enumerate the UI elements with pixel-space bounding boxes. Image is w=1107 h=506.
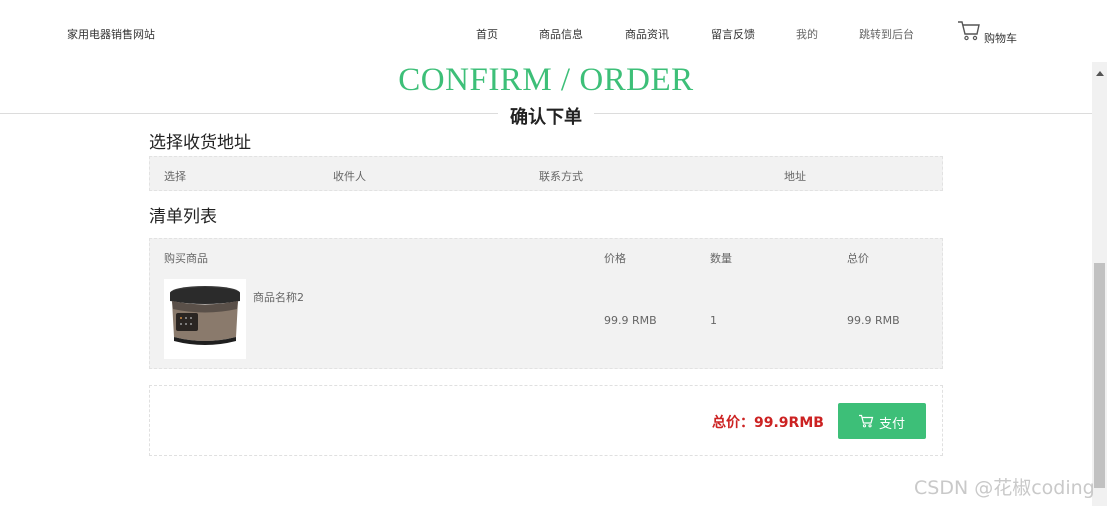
order-total: 总价：99.9RMB: [712, 415, 824, 431]
cart-link[interactable]: 购物车: [957, 20, 1027, 46]
payment-panel: 总价：99.9RMB 支付: [149, 385, 943, 456]
pay-button[interactable]: 支付: [838, 403, 926, 439]
rice-cooker-image: [170, 286, 240, 345]
order-section-title: 清单列表: [149, 207, 217, 227]
cart-label: 购物车: [984, 32, 1017, 45]
order-table: 购买商品 价格 数量 总价 商品名称2 99.9 RMB 1 99.9 RMB: [149, 238, 943, 369]
page-title: CONFIRM / ORDER: [398, 62, 694, 98]
cart-icon: [859, 414, 874, 428]
address-col-recipient: 收件人: [333, 170, 366, 183]
product-total: 99.9 RMB: [847, 314, 900, 327]
scrollbar-thumb[interactable]: [1094, 263, 1105, 488]
product-name[interactable]: 商品名称2: [253, 289, 304, 305]
nav-item-products[interactable]: 商品信息: [539, 26, 583, 42]
order-col-total: 总价: [847, 252, 869, 265]
product-image[interactable]: [164, 279, 246, 359]
watermark: CSDN @花椒coding: [914, 477, 1095, 499]
order-col-price: 价格: [604, 252, 626, 265]
top-navigation: 家用电器销售网站 首页 商品信息 商品资讯 留言反馈 我的 跳转到后台 购物车: [0, 0, 1107, 62]
address-col-contact: 联系方式: [539, 170, 583, 183]
address-section-title: 选择收货地址: [149, 133, 251, 153]
nav-item-feedback[interactable]: 留言反馈: [711, 26, 755, 42]
nav-item-admin[interactable]: 跳转到后台: [859, 26, 914, 42]
cart-icon: [958, 21, 980, 41]
nav-item-news[interactable]: 商品资讯: [625, 26, 669, 42]
scroll-up-arrow-icon[interactable]: [1096, 71, 1104, 76]
pay-button-label: 支付: [879, 417, 906, 432]
address-col-address: 地址: [784, 170, 806, 183]
order-col-product: 购买商品: [164, 252, 208, 265]
product-price: 99.9 RMB: [604, 314, 657, 327]
nav-item-mine[interactable]: 我的: [796, 26, 818, 42]
address-col-select: 选择: [164, 170, 186, 183]
order-col-quantity: 数量: [710, 252, 732, 265]
product-quantity: 1: [710, 314, 717, 327]
address-table: 选择 收件人 联系方式 地址: [149, 156, 943, 191]
site-title[interactable]: 家用电器销售网站: [67, 26, 155, 42]
page-subtitle: 确认下单: [498, 103, 594, 128]
nav-item-home[interactable]: 首页: [476, 26, 498, 42]
